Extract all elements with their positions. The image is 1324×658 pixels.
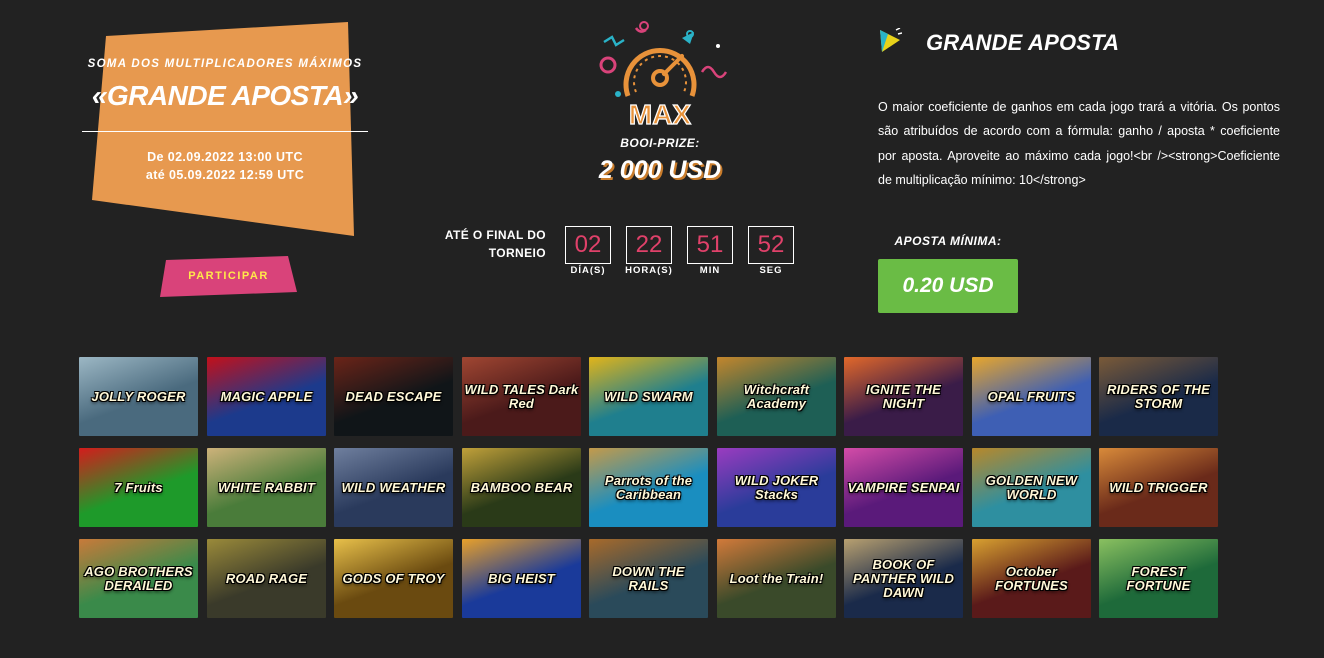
game-tile[interactable]: Witchcraft Academy xyxy=(717,357,836,436)
game-tile[interactable]: Parrots of the Caribbean xyxy=(589,448,708,527)
game-tile-title: BIG HEIST xyxy=(488,570,555,586)
game-tile[interactable]: WHITE RABBIT xyxy=(207,448,326,527)
game-tile[interactable]: BAMBOO BEAR xyxy=(462,448,581,527)
game-tile[interactable]: WILD WEATHER xyxy=(334,448,453,527)
promo-banner-background xyxy=(92,22,354,236)
game-tile[interactable]: WILD JOKER Stacks xyxy=(717,448,836,527)
game-tile-title: RIDERS OF THE STORM xyxy=(1107,381,1210,411)
play-triangle-icon xyxy=(880,28,902,52)
game-tile-title: OPAL FRUITS xyxy=(987,388,1076,404)
prize-label: BOOI-PRIZE: xyxy=(620,136,700,150)
game-tile[interactable]: Loot the Train! xyxy=(717,539,836,618)
game-tile[interactable]: BOOK OF PANTHER WILD DAWN xyxy=(844,539,963,618)
game-tile[interactable]: AGO BROTHERS DERAILED xyxy=(79,539,198,618)
game-tile[interactable]: WILD TRIGGER xyxy=(1099,448,1218,527)
min-bet-value: 0.20 USD xyxy=(878,259,1018,313)
game-tile-title: Parrots of the Caribbean xyxy=(604,472,693,502)
promo-title: «GRANDE APOSTA» xyxy=(91,80,359,111)
game-tile-title: IGNITE THE NIGHT xyxy=(866,381,941,411)
min-bet-label: APOSTA MÍNIMA: xyxy=(894,234,1002,248)
countdown-minutes: 51 xyxy=(687,226,733,264)
countdown-label-line1: ATÉ O FINAL DO xyxy=(444,228,546,242)
game-tile[interactable]: RIDERS OF THE STORM xyxy=(1099,357,1218,436)
countdown-seconds: 52 xyxy=(748,226,794,264)
game-tile[interactable]: GODS OF TROY xyxy=(334,539,453,618)
game-tile-title: ROAD RAGE xyxy=(225,570,308,586)
promo-divider xyxy=(82,131,368,132)
game-tile[interactable]: 7 Fruits xyxy=(79,448,198,527)
promo-date-from: De 02.09.2022 13:00 UTC xyxy=(147,150,303,164)
game-tile-title: WILD JOKER Stacks xyxy=(734,472,819,502)
games-grid: JOLLY ROGER MAGIC APPLE DEAD ESCAPE WILD TA… xyxy=(79,357,1219,619)
game-tile-title: Witchcraft Academy xyxy=(743,381,810,411)
game-tile[interactable]: DOWN THE RAILS xyxy=(589,539,708,618)
game-tile-title: October FORTUNES xyxy=(995,563,1068,593)
game-tile-title: BAMBOO BEAR xyxy=(470,479,573,495)
game-tile-title: JOLLY ROGER xyxy=(91,388,186,404)
countdown-days-unit: DÍA(S) xyxy=(570,265,606,276)
game-tile[interactable]: IGNITE THE NIGHT xyxy=(844,357,963,436)
game-tile[interactable]: DEAD ESCAPE xyxy=(334,357,453,436)
game-tile[interactable]: BIG HEIST xyxy=(462,539,581,618)
game-tile-title: VAMPIRE SENPAI xyxy=(847,479,960,495)
game-tile-title: GOLDEN NEW WORLD xyxy=(985,472,1078,502)
game-tile-title: MAGIC APPLE xyxy=(220,388,313,404)
countdown-minutes-unit: MIN xyxy=(699,265,721,276)
game-tile[interactable]: OPAL FRUITS xyxy=(972,357,1091,436)
countdown-seconds-unit: SEG xyxy=(759,265,783,276)
game-tile-title: 7 Fruits xyxy=(114,479,163,495)
game-tile-title: WHITE RABBIT xyxy=(218,479,315,495)
game-tile[interactable]: VAMPIRE SENPAI xyxy=(844,448,963,527)
participar-button-label[interactable]: PARTICIPAR xyxy=(160,270,297,282)
game-tile-title: WILD TRIGGER xyxy=(1109,479,1208,495)
game-tile-title: DEAD ESCAPE xyxy=(345,388,442,404)
game-tile-title: WILD SWARM xyxy=(604,388,693,404)
countdown-hours: 22 xyxy=(626,226,672,264)
gauge-max-text: MAX xyxy=(629,99,692,130)
game-tile[interactable]: MAGIC APPLE xyxy=(207,357,326,436)
game-tile[interactable]: GOLDEN NEW WORLD xyxy=(972,448,1091,527)
game-tile[interactable]: WILD TALES Dark Red xyxy=(462,357,581,436)
game-tile-title: GODS OF TROY xyxy=(342,570,445,586)
countdown-label-line2: TORNEIO xyxy=(488,246,546,260)
game-tile[interactable]: October FORTUNES xyxy=(972,539,1091,618)
countdown-hours-unit: HORA(S) xyxy=(625,265,673,276)
game-tile-title: FOREST FORTUNE xyxy=(1126,563,1191,593)
game-tile[interactable]: JOLLY ROGER xyxy=(79,357,198,436)
prize-value: 2 000 USD xyxy=(598,156,722,184)
countdown-label: ATÉ O FINAL DO TORNEIO xyxy=(400,226,546,262)
rules-description: O maior coeficiente de ganhos em cada jo… xyxy=(878,100,1280,187)
game-tile[interactable]: FOREST FORTUNE xyxy=(1099,539,1218,618)
speedometer-max-icon: MAX xyxy=(599,21,728,130)
game-tile[interactable]: ROAD RAGE xyxy=(207,539,326,618)
game-tile-title: WILD WEATHER xyxy=(341,479,446,495)
promo-subtitle: SOMA DOS MULTIPLICADORES MÁXIMOS xyxy=(87,58,363,70)
game-tile-title: DOWN THE RAILS xyxy=(612,563,685,593)
right-title: GRANDE APOSTA xyxy=(926,30,1120,55)
game-tile-title: Loot the Train! xyxy=(729,570,824,586)
game-tile-title: AGO BROTHERS DERAILED xyxy=(84,563,193,593)
countdown-days: 02 xyxy=(565,226,611,264)
game-tile-title: WILD TALES Dark Red xyxy=(464,381,579,411)
promo-date-to: até 05.09.2022 12:59 UTC xyxy=(145,168,305,182)
game-tile-title: BOOK OF PANTHER WILD DAWN xyxy=(852,556,955,600)
game-tile[interactable]: WILD SWARM xyxy=(589,357,708,436)
